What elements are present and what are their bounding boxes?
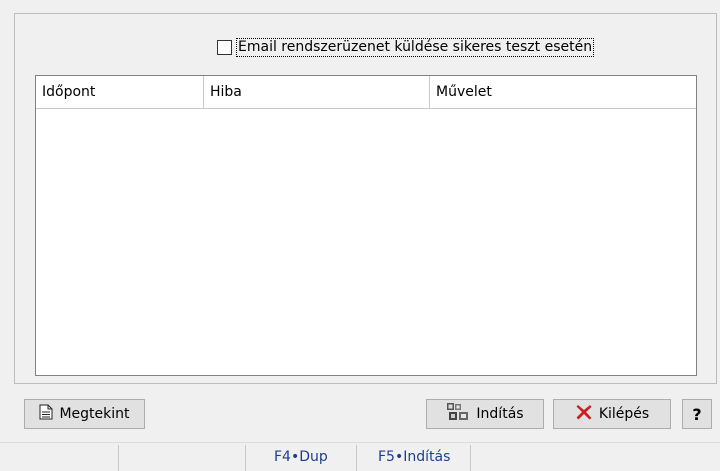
view-button-label: Megtekint	[59, 406, 130, 422]
red-x-icon	[575, 403, 593, 425]
document-view-icon	[39, 404, 53, 424]
status-separator	[245, 445, 246, 471]
column-header-error[interactable]: Hiba	[204, 76, 430, 109]
start-button-label: Indítás	[476, 406, 524, 422]
dialog: Email rendszerüzenet küldése sikeres tes…	[0, 0, 720, 471]
email-checkbox[interactable]	[217, 39, 232, 55]
status-bar: F4•Dup F5•Indítás	[0, 442, 720, 471]
results-listview[interactable]: Időpont Hiba Művelet	[35, 75, 697, 376]
help-button[interactable]: ?	[682, 399, 712, 429]
status-separator	[356, 445, 357, 471]
status-cell-2	[119, 443, 245, 471]
status-cell-1	[0, 443, 118, 471]
listview-header: Időpont Hiba Művelet	[36, 76, 696, 109]
column-header-time[interactable]: Időpont	[36, 76, 204, 109]
exit-button-label: Kilépés	[598, 406, 650, 422]
view-button[interactable]: Megtekint	[24, 399, 145, 429]
email-checkbox-row[interactable]: Email rendszerüzenet küldése sikeres tes…	[217, 37, 595, 57]
column-header-action[interactable]: Művelet	[430, 76, 696, 109]
process-gears-icon	[446, 402, 470, 426]
status-cell-f4-dup[interactable]: F4•Dup	[268, 443, 356, 471]
status-cell-f5-start[interactable]: F5•Indítás	[372, 443, 472, 471]
status-separator	[470, 445, 471, 471]
exit-button[interactable]: Kilépés	[553, 399, 671, 429]
email-checkbox-label[interactable]: Email rendszerüzenet küldése sikeres tes…	[236, 37, 595, 57]
start-button[interactable]: Indítás	[426, 399, 544, 429]
